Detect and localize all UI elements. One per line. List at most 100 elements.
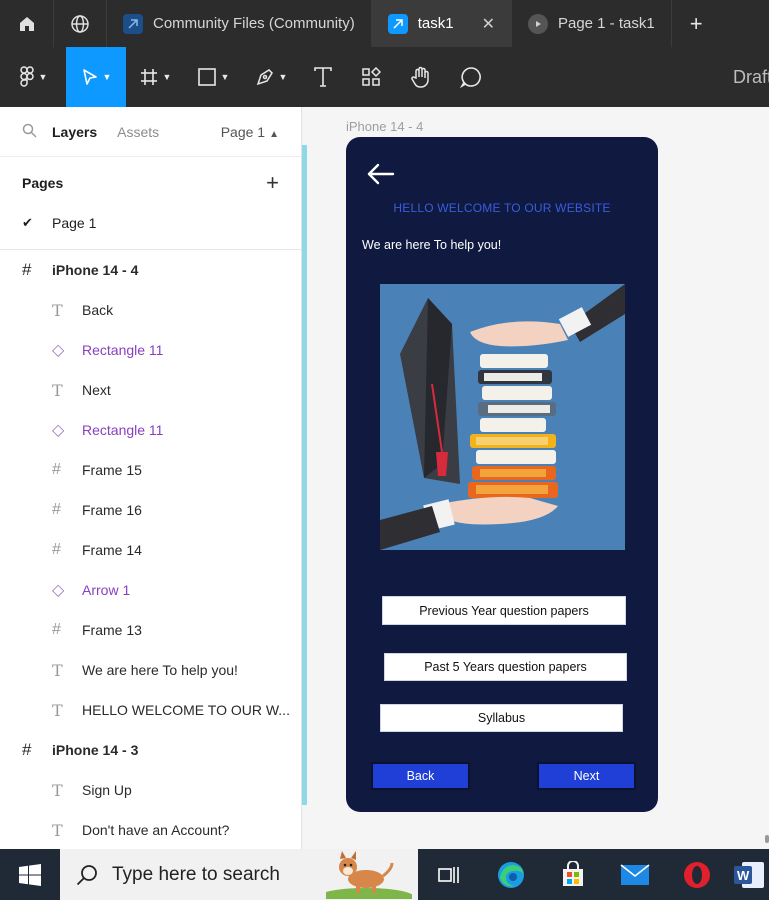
main-menu-button[interactable]: ▼ bbox=[0, 47, 66, 107]
mail-icon[interactable] bbox=[604, 849, 666, 900]
new-tab-button[interactable]: + bbox=[670, 0, 721, 47]
figma-logo-icon bbox=[19, 66, 34, 87]
move-tool-button[interactable]: ▼ bbox=[66, 47, 126, 107]
pen-tool-button[interactable]: ▼ bbox=[242, 47, 300, 107]
microsoft-store-icon[interactable] bbox=[542, 849, 604, 900]
frame-icon: # bbox=[52, 541, 61, 558]
taskbar-search[interactable]: Type here to search bbox=[60, 849, 418, 900]
layer-item[interactable]: T We are here To help you! bbox=[0, 650, 301, 690]
layer-item[interactable]: # iPhone 14 - 3 bbox=[0, 730, 301, 770]
hand-tool-button[interactable] bbox=[396, 47, 446, 107]
past-5-years-papers-button[interactable]: Past 5 Years question papers bbox=[384, 653, 627, 681]
close-icon[interactable]: ✕ bbox=[482, 14, 495, 34]
frame-icon: # bbox=[52, 501, 61, 518]
component-instance-icon: ◇ bbox=[52, 582, 65, 599]
chevron-down-icon: ▼ bbox=[278, 72, 288, 82]
selection-indicator bbox=[302, 145, 307, 805]
cursor-icon bbox=[82, 69, 97, 85]
page-selector[interactable]: Page 1 ▲ bbox=[221, 124, 279, 140]
layer-item[interactable]: T Don't have an Account? bbox=[0, 810, 301, 849]
frame-icon: # bbox=[22, 260, 32, 279]
layer-item[interactable]: # Frame 14 bbox=[0, 530, 301, 570]
layer-item[interactable]: T Sign Up bbox=[0, 770, 301, 810]
layer-label: Frame 13 bbox=[82, 622, 142, 638]
add-page-button[interactable]: + bbox=[266, 170, 279, 196]
text-icon: T bbox=[52, 660, 63, 680]
layer-item[interactable]: T Back bbox=[0, 290, 301, 330]
shape-tool-button[interactable]: ▼ bbox=[184, 47, 242, 107]
home-icon[interactable] bbox=[0, 0, 53, 47]
search-icon[interactable] bbox=[22, 123, 40, 141]
windows-logo-icon bbox=[19, 863, 41, 886]
next-button[interactable]: Next bbox=[537, 762, 636, 790]
pages-header: Pages + bbox=[0, 157, 301, 209]
hand-icon bbox=[411, 66, 429, 88]
tab-label: task1 bbox=[417, 15, 454, 32]
search-placeholder: Type here to search bbox=[112, 863, 280, 885]
text-icon: T bbox=[52, 380, 63, 400]
tab-label: Community Files (Community) bbox=[153, 15, 355, 32]
text-icon bbox=[314, 67, 332, 87]
text-tool-button[interactable] bbox=[300, 47, 346, 107]
text-icon: T bbox=[52, 820, 63, 840]
layer-item[interactable]: T HELLO WELCOME TO OUR W... bbox=[0, 690, 301, 730]
check-icon: ✔ bbox=[22, 215, 33, 230]
design-canvas[interactable]: iPhone 14 - 4 HELLO WELCOME TO OUR WEBSI… bbox=[302, 107, 769, 849]
frame-icon: # bbox=[52, 461, 61, 478]
tab-task1[interactable]: task1 ✕ bbox=[370, 0, 511, 47]
svg-text:W: W bbox=[737, 868, 750, 883]
frame-label[interactable]: iPhone 14 - 4 bbox=[346, 119, 423, 134]
dog-illustration-icon bbox=[326, 851, 412, 899]
previous-year-papers-button[interactable]: Previous Year question papers bbox=[382, 596, 626, 625]
syllabus-button[interactable]: Syllabus bbox=[380, 704, 623, 732]
frame-icon: # bbox=[52, 621, 61, 638]
component-instance-icon: ◇ bbox=[52, 342, 65, 359]
tab-assets[interactable]: Assets bbox=[117, 124, 159, 140]
windows-start-button[interactable] bbox=[0, 849, 60, 900]
page-label: Page 1 bbox=[52, 215, 97, 231]
tab-page1-task1[interactable]: Page 1 - task1 bbox=[510, 0, 671, 47]
phone-frame[interactable]: HELLO WELCOME TO OUR WEBSITE We are here… bbox=[346, 137, 658, 812]
chevron-up-icon: ▲ bbox=[269, 128, 279, 140]
edge-browser-icon[interactable] bbox=[480, 849, 542, 900]
layer-label: Don't have an Account? bbox=[82, 822, 230, 838]
layer-item[interactable]: ◇ Rectangle 11 bbox=[0, 410, 301, 450]
chevron-down-icon: ▼ bbox=[38, 72, 48, 82]
layer-label: Rectangle 11 bbox=[82, 422, 164, 438]
layer-label: Back bbox=[82, 302, 114, 318]
layer-item[interactable]: ◇ Rectangle 11 bbox=[0, 330, 301, 370]
chevron-down-icon: ▼ bbox=[220, 72, 230, 82]
resources-button[interactable] bbox=[346, 47, 396, 107]
figma-file-icon bbox=[387, 13, 408, 34]
tab-label: Page 1 - task1 bbox=[557, 15, 655, 32]
task-view-icon[interactable] bbox=[418, 849, 480, 900]
back-button[interactable]: Back bbox=[371, 762, 470, 790]
layer-label: Next bbox=[82, 382, 111, 398]
draft-label[interactable]: Draft bbox=[733, 67, 769, 88]
opera-browser-icon[interactable] bbox=[666, 849, 728, 900]
layer-item[interactable]: # Frame 15 bbox=[0, 450, 301, 490]
layer-label: HELLO WELCOME TO OUR W... bbox=[82, 702, 290, 718]
frame-icon: # bbox=[22, 740, 32, 759]
layer-item[interactable]: # Frame 16 bbox=[0, 490, 301, 530]
globe-icon[interactable] bbox=[53, 0, 106, 47]
word-icon[interactable]: W bbox=[728, 849, 768, 900]
frame-tool-button[interactable]: ▼ bbox=[126, 47, 184, 107]
text-icon: T bbox=[52, 780, 63, 800]
page-list-item[interactable]: ✔ Page 1 bbox=[0, 209, 301, 237]
layer-item[interactable]: # iPhone 14 - 4 bbox=[0, 250, 301, 290]
scrollbar[interactable] bbox=[765, 835, 769, 843]
layer-label: Frame 16 bbox=[82, 502, 142, 518]
layer-item[interactable]: ◇ Arrow 1 bbox=[0, 570, 301, 610]
pages-title: Pages bbox=[22, 175, 64, 191]
tab-bar: Community Files (Community) task1 ✕ Page… bbox=[0, 0, 769, 47]
chevron-down-icon: ▼ bbox=[102, 72, 112, 82]
tab-layers[interactable]: Layers bbox=[52, 124, 97, 140]
layer-label: Sign Up bbox=[82, 782, 132, 798]
layer-item[interactable]: T Next bbox=[0, 370, 301, 410]
comment-tool-button[interactable] bbox=[446, 47, 496, 107]
layer-item[interactable]: # Frame 13 bbox=[0, 610, 301, 650]
arrow-left-icon[interactable] bbox=[366, 163, 396, 190]
layer-list: # iPhone 14 - 4 T Back ◇ Rectangle 11 T Next… bbox=[0, 250, 301, 849]
tab-community-files[interactable]: Community Files (Community) bbox=[106, 0, 371, 47]
